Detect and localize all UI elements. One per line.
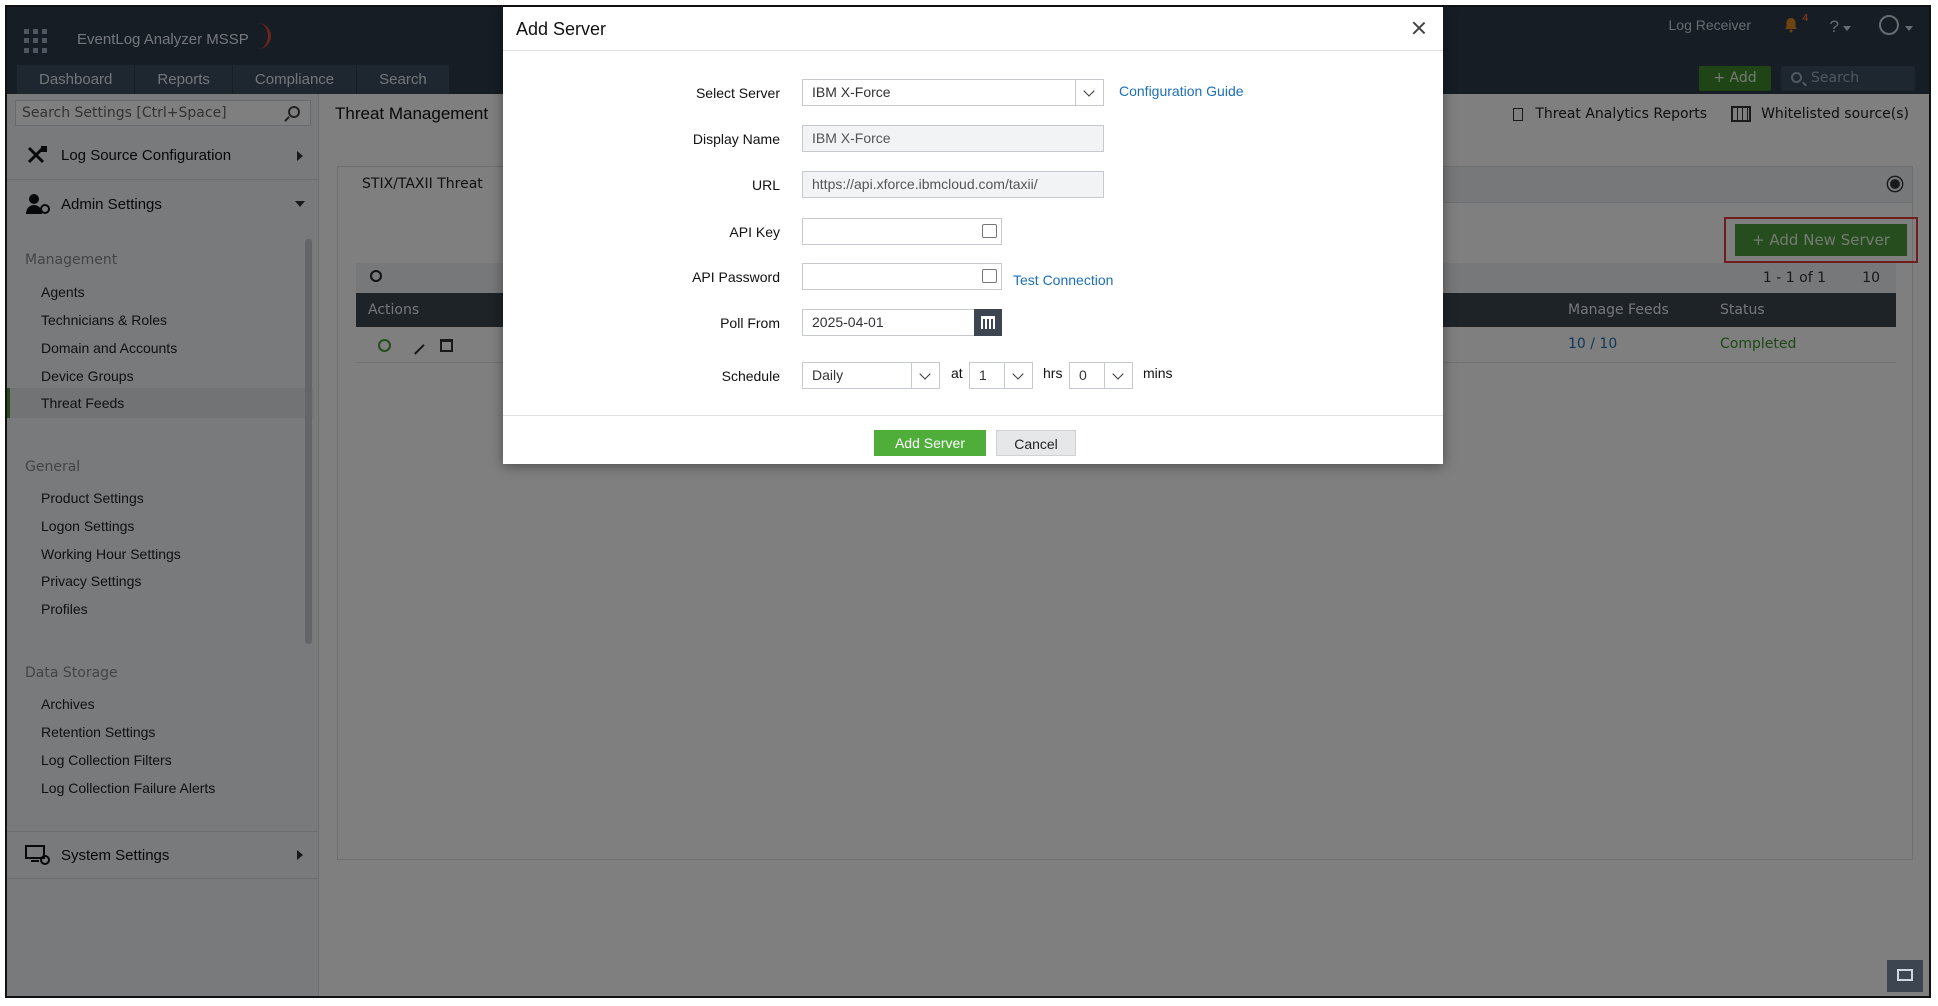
test-connection-link[interactable]: Test Connection	[1013, 272, 1113, 288]
api-password-label: API Password	[692, 269, 780, 285]
chevron-down-icon[interactable]	[1075, 80, 1103, 105]
configuration-guide-link[interactable]: Configuration Guide	[1119, 83, 1244, 99]
schedule-label: Schedule	[721, 368, 780, 384]
url-field[interactable]: https://api.xforce.ibmcloud.com/taxii/	[802, 171, 1104, 198]
url-label: URL	[751, 177, 780, 193]
minutes-value: 0	[1079, 367, 1087, 383]
select-server-value: IBM X-Force	[812, 84, 891, 100]
schedule-dropdown[interactable]: Daily	[802, 362, 940, 389]
mins-label: mins	[1143, 365, 1173, 381]
select-server-dropdown[interactable]: IBM X-Force	[802, 79, 1104, 106]
at-label: at	[951, 365, 963, 381]
minutes-dropdown[interactable]: 0	[1069, 362, 1133, 389]
schedule-value: Daily	[812, 367, 844, 383]
add-server-button[interactable]: Add Server	[874, 430, 986, 456]
chevron-down-icon[interactable]	[1004, 363, 1032, 388]
poll-from-date-field[interactable]: 2025-04-01	[802, 309, 1002, 336]
api-password-field[interactable]	[802, 263, 1002, 290]
select-server-label: Select Server	[695, 85, 780, 101]
hours-value: 1	[979, 367, 987, 383]
app-root: EventLog Analyzer MSSP Log Receiver 4 ? …	[7, 7, 1929, 996]
screenshot-frame: EventLog Analyzer MSSP Log Receiver 4 ? …	[5, 5, 1931, 998]
hours-dropdown[interactable]: 1	[969, 362, 1033, 389]
api-key-field[interactable]	[802, 218, 1002, 245]
dialog-title: Add Server	[516, 19, 607, 39]
dialog-header: Add Server	[503, 7, 1443, 51]
dialog-footer: Add Server Cancel	[503, 415, 1443, 464]
add-server-dialog: Add Server Select Server IBM X-Force Con…	[503, 7, 1443, 464]
poll-from-label: Poll From	[720, 315, 780, 331]
chat-icon[interactable]	[1887, 960, 1923, 992]
poll-from-value: 2025-04-01	[812, 314, 884, 330]
api-key-label: API Key	[729, 224, 780, 240]
chevron-down-icon[interactable]	[1104, 363, 1132, 388]
display-name-label: Display Name	[692, 131, 780, 147]
close-icon[interactable]	[1411, 20, 1427, 36]
calendar-icon[interactable]	[974, 309, 1002, 336]
display-name-field[interactable]: IBM X-Force	[802, 125, 1104, 152]
cancel-button[interactable]: Cancel	[996, 430, 1076, 456]
show-password-icon[interactable]	[982, 269, 997, 283]
chevron-down-icon[interactable]	[911, 363, 939, 388]
hrs-label: hrs	[1043, 365, 1063, 381]
show-password-icon[interactable]	[982, 224, 997, 238]
